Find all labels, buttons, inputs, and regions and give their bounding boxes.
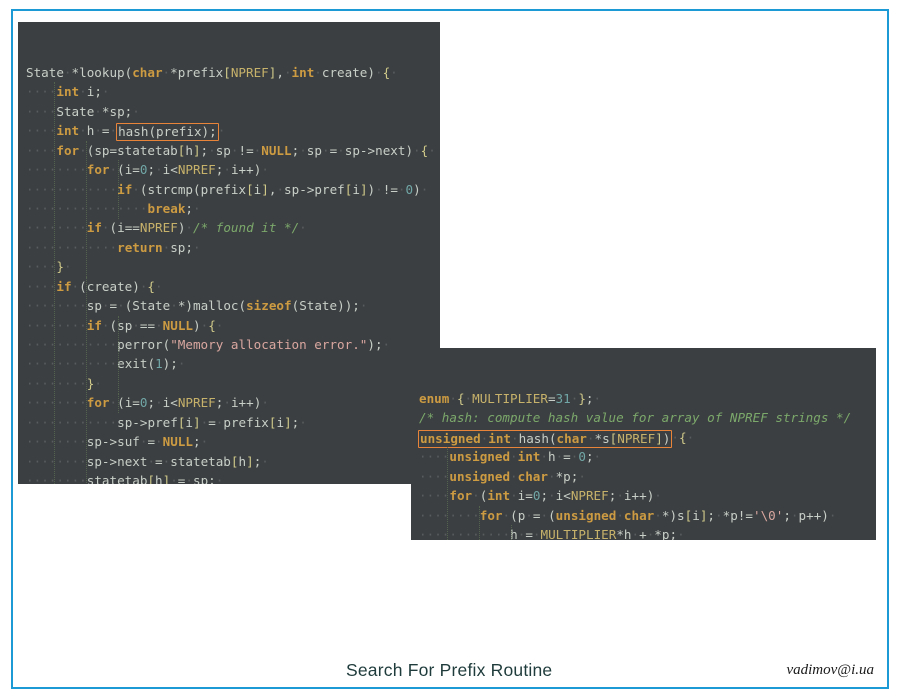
code-line: enum·{·MULTIPLIER=31·};· — [419, 390, 602, 406]
slide-canvas: State·*lookup(char·*prefix[NPREF],·int·c… — [0, 0, 900, 700]
code-panel-hash: enum·{·MULTIPLIER=31·};· /* hash: compute… — [411, 348, 876, 540]
author-email: vadimov@i.ua — [786, 662, 874, 678]
code-highlight-box: hash(prefix); — [116, 123, 219, 142]
indent-guide — [118, 160, 120, 219]
code-line: ········for·(i=0;·i<NPREF;·i++)· — [26, 395, 269, 411]
code-line: ····int·i;· — [26, 84, 110, 100]
code-line: ················break;· — [26, 200, 201, 216]
code-line: ····unsigned·char·*p;· — [419, 468, 586, 484]
code-line: ····for·(int·i=0;·i<NPREF;·i++)· — [419, 488, 662, 504]
code-line: ····unsigned·int·h·=·0;· — [419, 449, 602, 465]
code-line: ········sp->next·=·statetab[h];· — [26, 453, 269, 469]
code-lines-hash: enum·{·MULTIPLIER=31·};· /* hash: compute… — [411, 389, 876, 540]
code-line: ············h·=·MULTIPLIER*h·+·*p;· — [419, 526, 685, 540]
code-line: ········for·(i=0;·i<NPREF;·i++)· — [26, 162, 269, 178]
code-line: ············return·sp;· — [26, 239, 201, 255]
code-line: /* hash: compute hash value for array of… — [419, 410, 852, 426]
code-line: ········if·(i==NPREF)·/* found it */· — [26, 220, 307, 236]
code-line: ····if·(create)·{· — [26, 278, 163, 294]
indent-guide — [54, 82, 56, 484]
code-highlight-box: unsigned·int·hash(char·*s[NPREF]) — [418, 429, 673, 448]
indent-guide — [118, 393, 120, 413]
indent-guide — [86, 140, 88, 277]
code-line: ········}· — [26, 375, 102, 391]
code-line: ········sp·=·(State·*)malloc(sizeof(Stat… — [26, 298, 368, 314]
indent-guide — [86, 276, 88, 484]
code-line: ············perror("Memory allocation er… — [26, 337, 391, 353]
code-line: ········if·(sp·==·NULL)·{· — [26, 317, 224, 333]
code-line: ············if·(strcmp(prefix[i],·sp->pr… — [26, 181, 429, 197]
slide-title: Search For Prefix Routine — [346, 660, 553, 680]
code-line: ········sp->suf·=·NULL;· — [26, 434, 209, 450]
indent-guide — [118, 315, 120, 394]
code-line: ········for·(p·=·(unsigned·char·*)s[i];·… — [419, 507, 837, 523]
code-line: ············sp->pref[i]·=·prefix[i];· — [26, 414, 307, 430]
code-line: ····}· — [26, 259, 72, 275]
code-line: ········statetab[h]·=·sp;· — [26, 473, 224, 484]
code-line: ····for·(sp=statetab[h];·sp·!=·NULL;·sp·… — [26, 142, 436, 158]
code-line: State·*lookup(char·*prefix[NPREF],·int·c… — [26, 64, 398, 80]
code-line: ····State·*sp;· — [26, 103, 140, 119]
code-line: ············exit(1);· — [26, 356, 186, 372]
code-line: unsigned·int·hash(char·*s[NPREF])·{· — [418, 429, 695, 448]
code-lines-lookup: State·*lookup(char·*prefix[NPREF],·int·c… — [18, 63, 440, 484]
code-panel-lookup: State·*lookup(char·*prefix[NPREF],·int·c… — [18, 22, 440, 484]
indent-guide — [511, 525, 513, 540]
indent-guide — [447, 447, 449, 540]
indent-guide — [479, 505, 481, 540]
code-line: ····int·h·=·hash(prefix);· — [26, 123, 226, 142]
